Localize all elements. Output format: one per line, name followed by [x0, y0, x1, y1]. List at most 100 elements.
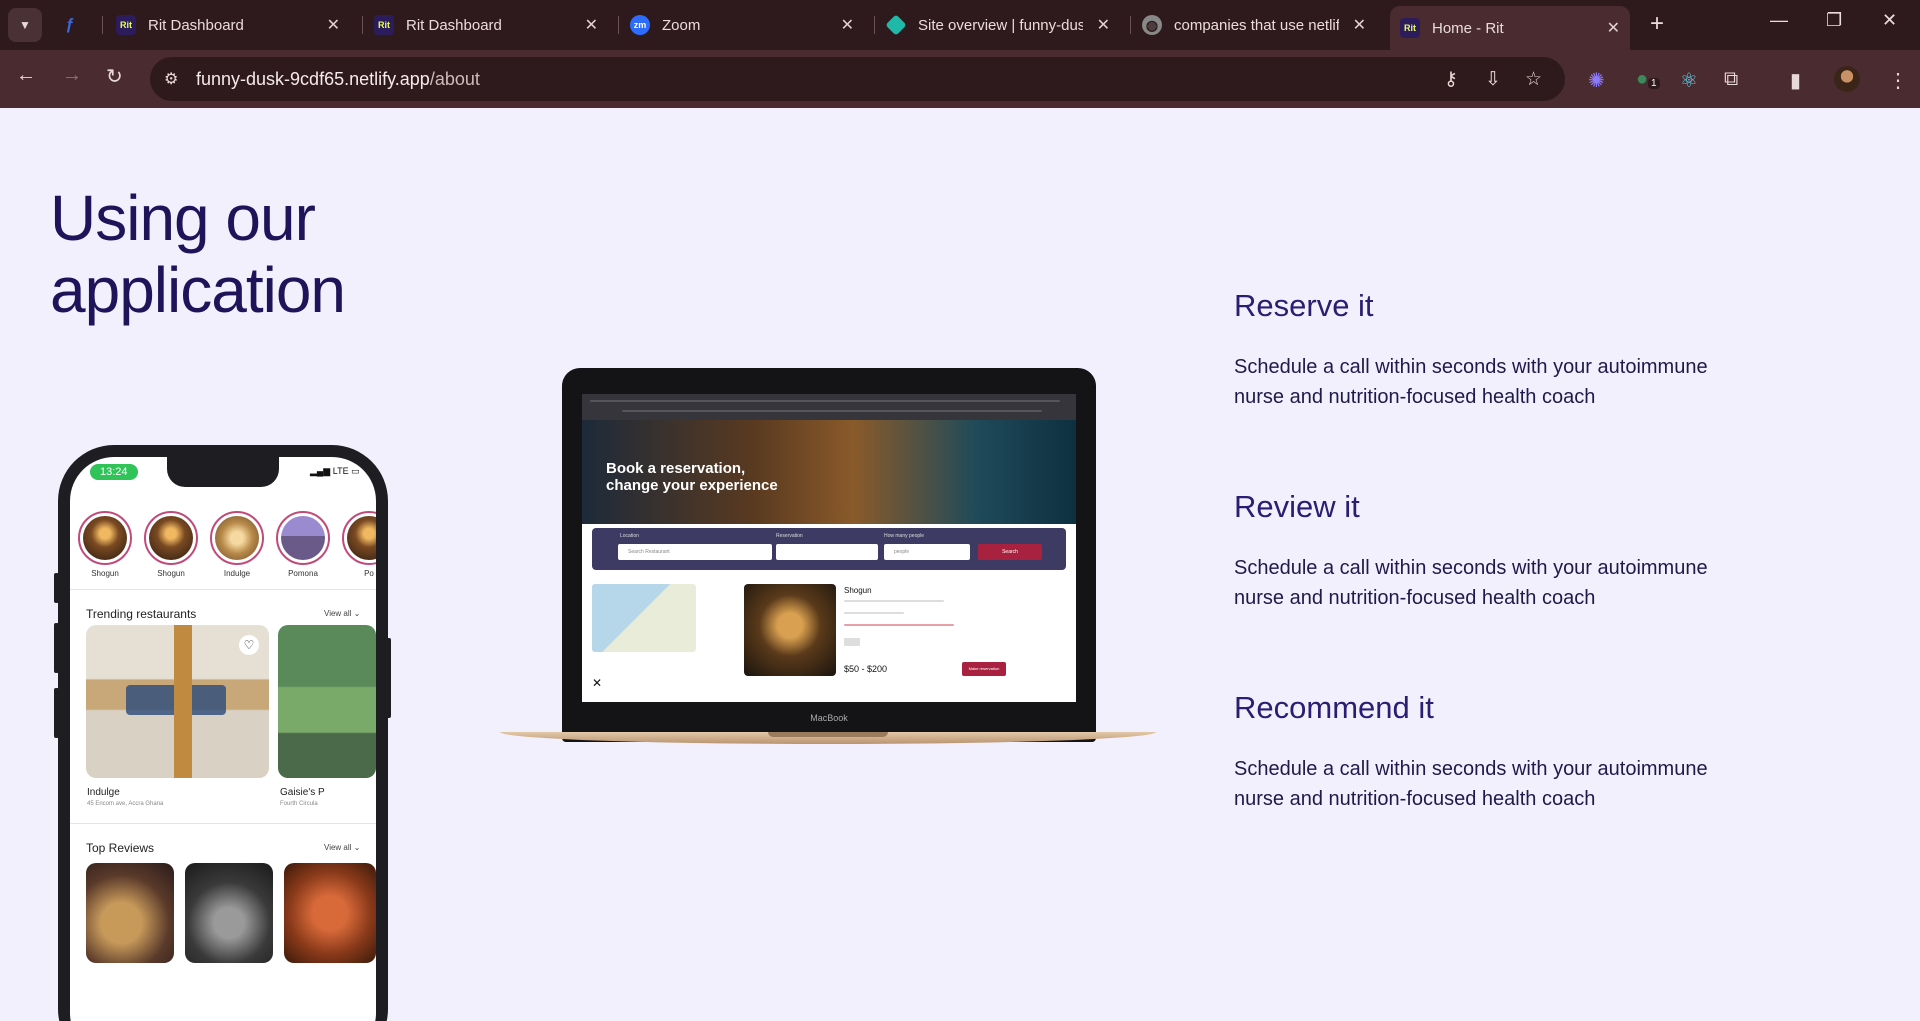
close-icon[interactable]: ✕: [1607, 18, 1620, 38]
review-card-image[interactable]: [284, 863, 376, 963]
booked-line: [844, 612, 904, 614]
password-key-icon[interactable]: ⚷: [1444, 68, 1458, 91]
chevron-down-icon: ▼: [19, 18, 31, 32]
story-item[interactable]: Pomona: [274, 511, 332, 578]
location-label: Location: [620, 533, 639, 539]
close-icon[interactable]: ✕: [1097, 15, 1110, 35]
rit-favicon-icon: Rit: [1400, 18, 1420, 38]
laptop-reserve-button: Make reservation: [962, 662, 1006, 676]
story-item[interactable]: Shogun: [76, 511, 134, 578]
review-card-image[interactable]: [185, 863, 273, 963]
top-reviews-heading: Top Reviews: [86, 841, 155, 855]
laptop-hero-line2: change your experience: [606, 477, 778, 494]
minimize-button[interactable]: —: [1770, 10, 1788, 31]
laptop-screen: Book a reservation, change your experien…: [582, 394, 1076, 702]
url-text[interactable]: funny-dusk-9cdf65.netlify.app/about: [196, 69, 480, 90]
tab-rit-dashboard-2[interactable]: Rit Rit Dashboard ✕: [374, 8, 608, 42]
extension-icon[interactable]: ✺: [1588, 68, 1605, 93]
new-tab-button[interactable]: +: [1650, 10, 1664, 38]
laptop-restaurant-image: [744, 584, 836, 676]
extension-icon[interactable]: ● 1: [1636, 68, 1660, 91]
feature-description-reserve: Schedule a call within seconds with your…: [1234, 356, 1708, 408]
browser-toolbar: ← → ↻ ⚙ funny-dusk-9cdf65.netlify.app/ab…: [0, 50, 1920, 108]
signal-icon: ▂▄▆: [310, 466, 333, 476]
laptop-hero-line1: Book a reservation,: [606, 460, 746, 477]
minimize-icon: —: [1770, 10, 1788, 30]
kebab-menu-icon[interactable]: ⋮: [1888, 68, 1908, 93]
tab-title: Zoom: [662, 16, 701, 34]
close-icon[interactable]: ✕: [585, 15, 598, 35]
laptop-close-icon: ✕: [592, 676, 603, 690]
view-all-label: View all: [324, 843, 352, 852]
side-panel-icon[interactable]: ▮: [1790, 68, 1801, 93]
close-icon: ✕: [1882, 10, 1898, 30]
feature-title-recommend: Recommend it: [1234, 690, 1434, 725]
laptop-hero-heading: Book a reservation, change your experien…: [606, 460, 778, 494]
close-icon[interactable]: ✕: [1353, 15, 1366, 35]
laptop-restaurant-name: Shogun: [844, 586, 872, 595]
tab-companies-netlify[interactable]: ◍ companies that use netlif ✕: [1142, 8, 1376, 42]
tab-separator: [618, 16, 619, 34]
zoom-favicon-icon: zm: [630, 15, 650, 35]
chevron-down-icon: ⌄: [353, 843, 361, 852]
view-all-label: View all: [324, 609, 352, 618]
story-item[interactable]: Shogun: [142, 511, 200, 578]
restaurant-address: 45 Encom ave, Accra Ghana: [87, 801, 164, 807]
trending-heading: Trending restaurants: [86, 607, 197, 621]
react-devtools-icon[interactable]: ⚛: [1680, 68, 1698, 93]
view-all-link[interactable]: View all ⌄: [324, 843, 360, 852]
tab-zoom[interactable]: zm Zoom ✕: [630, 8, 864, 42]
tab-separator: [102, 16, 103, 34]
url-path: /about: [429, 69, 480, 89]
tab-search-button[interactable]: ▼: [8, 8, 42, 42]
close-icon[interactable]: ✕: [327, 15, 340, 35]
laptop-search-button: Search: [978, 544, 1042, 560]
tab-pinned[interactable]: ƒ: [60, 8, 102, 42]
extensions-puzzle-icon[interactable]: ⧉: [1724, 68, 1738, 91]
address-bar[interactable]: ⚙ funny-dusk-9cdf65.netlify.app/about ⚷ …: [150, 57, 1565, 101]
pillar-decoration: [174, 625, 192, 778]
install-app-icon[interactable]: ⇩: [1485, 68, 1501, 91]
laptop-price: $50 - $200: [844, 664, 888, 674]
restaurant-card-image[interactable]: ♡: [86, 625, 269, 778]
tab-home-rit-active[interactable]: Rit Home - Rit ✕: [1390, 6, 1630, 50]
story-label: Po: [364, 569, 374, 578]
reload-icon: ↻: [106, 66, 123, 88]
story-item[interactable]: Po: [340, 511, 376, 578]
reservation-label: Reservation: [776, 533, 803, 539]
restore-icon: ❐: [1826, 10, 1843, 30]
restaurant-card-image[interactable]: [278, 625, 376, 778]
phone-notch: [167, 457, 279, 487]
back-button[interactable]: ←: [16, 64, 36, 87]
tab-title: Site overview | funny-dus: [918, 16, 1083, 34]
site-info-icon[interactable]: ⚙: [164, 69, 178, 89]
view-all-link[interactable]: View all ⌄: [324, 609, 360, 618]
laptop-people-field: people: [884, 544, 970, 560]
restore-button[interactable]: ❐: [1826, 10, 1842, 31]
about-page: Using our application 13:24 ▂▄▆ LTE ▭ Sh…: [0, 108, 1920, 1021]
laptop-address-bar: [622, 410, 1042, 412]
feature-title-reserve: Reserve it: [1234, 288, 1374, 323]
tab-rit-dashboard-1[interactable]: Rit Rit Dashboard ✕: [116, 8, 350, 42]
alert-line: [844, 624, 954, 626]
people-label: How many people: [884, 533, 925, 539]
story-item[interactable]: Indulge: [208, 511, 266, 578]
tab-title: Rit Dashboard: [148, 16, 244, 34]
rit-favicon-icon: Rit: [374, 15, 394, 35]
forward-button[interactable]: →: [62, 64, 82, 87]
phone-screen: 13:24 ▂▄▆ LTE ▭ Shogun Shogun Indulge Po…: [70, 457, 376, 1021]
divider: [70, 589, 376, 590]
arrow-right-icon: →: [62, 64, 82, 86]
phone-status: ▂▄▆ LTE ▭: [310, 466, 360, 477]
bookmark-star-icon[interactable]: ☆: [1525, 68, 1542, 91]
close-icon[interactable]: ✕: [841, 15, 854, 35]
close-window-button[interactable]: ✕: [1882, 10, 1897, 31]
page-title: Using our application: [50, 182, 346, 326]
story-label: Pomona: [288, 569, 318, 578]
favorite-heart-icon[interactable]: ♡: [239, 635, 259, 655]
tab-site-overview[interactable]: Site overview | funny-dus ✕: [885, 8, 1120, 42]
rit-favicon-icon: Rit: [116, 15, 136, 35]
review-card-image[interactable]: [86, 863, 174, 963]
profile-avatar[interactable]: [1834, 66, 1860, 92]
reload-button[interactable]: ↻: [106, 64, 123, 89]
